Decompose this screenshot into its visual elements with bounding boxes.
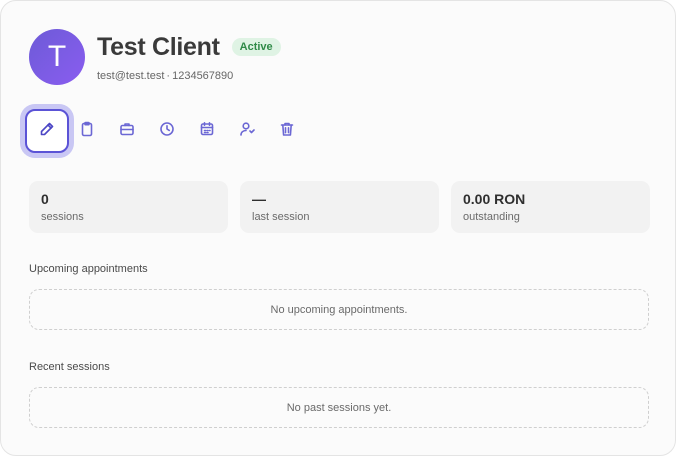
trash-icon: [279, 121, 295, 142]
briefcase-icon: [119, 121, 135, 142]
recent-empty-text: No past sessions yet.: [286, 401, 392, 414]
stat-value: 0.00 RON: [463, 191, 526, 207]
client-phone: 1234567890: [172, 69, 234, 82]
avatar: T: [29, 29, 85, 85]
action-toolbar: [25, 109, 307, 153]
upcoming-empty-text: No upcoming appointments.: [270, 303, 408, 316]
client-name: Test Client: [97, 32, 220, 61]
recent-title: Recent sessions: [29, 361, 110, 373]
stat-label: sessions: [41, 211, 84, 223]
clock-icon: [159, 121, 175, 142]
briefcase-button[interactable]: [107, 111, 147, 151]
stat-outstanding: 0.00 RON outstanding: [451, 181, 650, 233]
upcoming-title: Upcoming appointments: [29, 263, 148, 275]
contact-line: test@test.test · 1234567890: [97, 70, 281, 82]
stat-label: last session: [252, 211, 310, 223]
avatar-initial: T: [47, 40, 67, 73]
recent-empty-state: No past sessions yet.: [29, 387, 649, 428]
clipboard-icon: [79, 121, 95, 142]
pencil-icon: [39, 121, 55, 142]
client-card: T Test Client Active test@test.test · 12…: [0, 0, 676, 456]
delete-button[interactable]: [267, 111, 307, 151]
stats-row: 0 sessions — last session 0.00 RON outst…: [29, 181, 650, 233]
stat-value: —: [252, 191, 266, 207]
client-info: Test Client Active test@test.test · 1234…: [97, 33, 281, 82]
stat-last-session: — last session: [240, 181, 439, 233]
stat-label: outstanding: [463, 211, 520, 223]
status-badge: Active: [231, 38, 281, 56]
history-button[interactable]: [147, 111, 187, 151]
upcoming-empty-state: No upcoming appointments.: [29, 289, 649, 330]
client-email: test@test.test: [97, 69, 165, 82]
calendar-icon: [199, 121, 215, 142]
client-header: T Test Client Active test@test.test · 12…: [29, 29, 281, 85]
calendar-button[interactable]: [187, 111, 227, 151]
stat-value: 0: [41, 191, 49, 207]
edit-button[interactable]: [25, 109, 69, 153]
contact-separator: ·: [166, 69, 171, 82]
stat-sessions: 0 sessions: [29, 181, 228, 233]
user-icon: [239, 121, 255, 142]
user-button[interactable]: [227, 111, 267, 151]
title-row: Test Client Active: [97, 33, 281, 62]
notes-button[interactable]: [67, 111, 107, 151]
